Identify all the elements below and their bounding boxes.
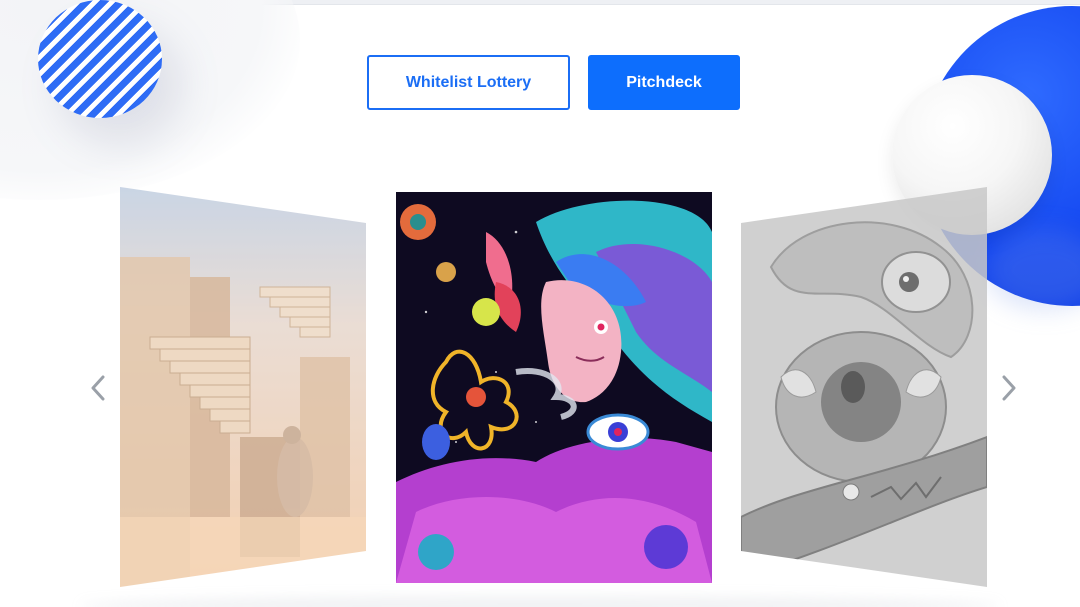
psychedelic-portrait-artwork [396, 192, 712, 583]
carousel-slide-active[interactable] [396, 192, 712, 583]
carousel-next-button[interactable] [995, 368, 1023, 408]
page: Whitelist Lottery Pitchdeck [0, 0, 1080, 607]
chevron-right-icon [1002, 375, 1016, 401]
grayscale-creature-artwork [741, 187, 987, 587]
pitchdeck-button[interactable]: Pitchdeck [588, 55, 740, 110]
carousel-floor-shadow [80, 596, 1000, 607]
chevron-left-icon [91, 375, 105, 401]
carousel-slide-previous[interactable] [120, 187, 366, 587]
carousel-slide-next[interactable] [741, 187, 987, 587]
carousel-prev-button[interactable] [84, 368, 112, 408]
staircase-artwork [120, 187, 366, 587]
whitelist-lottery-button[interactable]: Whitelist Lottery [367, 55, 570, 110]
striped-sphere-decoration [38, 0, 162, 118]
